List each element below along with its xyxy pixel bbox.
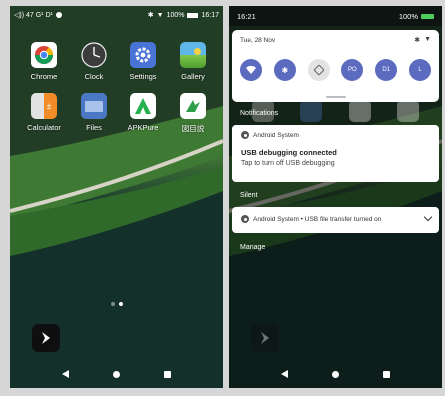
apkpure-icon [130,93,156,119]
notification-shade: 16:21 100% Tue, 28 Nov ✱ ▼ ✱ PO D1 L Not… [229,6,442,388]
app-notification-icon [55,12,62,18]
app-label: Calculator [27,123,61,132]
back-icon[interactable] [281,370,288,378]
quick-settings-panel: Tue, 28 Nov ✱ ▼ ✱ PO D1 L [232,30,439,102]
tile-label: D1 [382,67,391,73]
status-bar: ◁)) 47 G¹ D¹ ✱ ▼ 100% 16:17 [10,6,223,24]
back-icon[interactable] [62,370,69,378]
clock-time: 16:21 [237,11,256,21]
page-dot-active [118,302,123,306]
page-dot [110,302,115,306]
recents-icon[interactable] [383,370,390,378]
battery-icon [187,12,199,18]
app-label: Clock [84,72,104,81]
bluetooth-icon: ✱ [281,65,289,75]
qs-tile-bluetooth[interactable]: ✱ [273,59,296,81]
silent-header: Silent [240,192,258,199]
notifications-header: Notifications [240,110,279,117]
notification-app-name: Android System [253,131,299,139]
home-icon[interactable] [113,370,120,378]
clock-time: 16:17 [201,11,219,19]
status-indicators: ◁)) 47 G¹ D¹ [14,12,53,19]
page-indicator [10,302,223,306]
notification-card-usb-debugging[interactable]: Android System USB debugging connected T… [232,125,439,182]
qs-tile-rotate[interactable] [307,59,330,81]
bluetooth-icon: ✱ [414,37,421,44]
app-label: Gallery [181,72,205,81]
app-gallery[interactable]: Gallery [171,42,215,81]
bg-apkpure-icon [348,100,371,122]
dock-app-icon [261,332,269,344]
qs-tile-wifi[interactable] [240,59,262,81]
rotate-icon [312,64,325,76]
qs-tile-l[interactable]: L [408,59,431,81]
bg-green-app-icon [396,100,419,122]
app-label: 図目説 [181,124,205,133]
dock-app-icon [42,332,50,344]
battery-percent: 100% [398,11,418,21]
green-app-icon [180,93,206,119]
android-system-icon [241,215,249,223]
silent-notification-text: Android System • USB file transfer turne… [253,215,382,223]
battery-percent: 100% [166,11,185,19]
notification-card-usb-transfer[interactable]: Android System • USB file transfer turne… [232,207,439,233]
notification-body: Tap to turn off USB debugging [241,160,335,167]
qs-tile-d1[interactable]: D1 [375,59,398,81]
app-clock[interactable]: Clock [72,42,116,81]
wifi-icon: ▼ [424,36,431,43]
notification-title: USB debugging connected [241,148,337,157]
tile-label: L [418,67,422,73]
app-label: APKPure [127,123,159,132]
dock-app [251,324,279,352]
settings-gear-icon [130,42,156,68]
app-settings[interactable]: Settings [121,42,165,81]
notification-app-row: Android System • USB file transfer turne… [241,215,430,223]
app-label: Settings [129,72,157,81]
tile-label: PO [348,67,357,73]
app-files[interactable]: Files [72,93,116,132]
gallery-icon [180,42,206,68]
files-icon [81,93,107,119]
app-label: Files [86,123,102,132]
navigation-bar [229,360,442,388]
quick-settings-tiles: ✱ PO D1 L [240,59,431,81]
home-screen: ◁)) 47 G¹ D¹ ✱ ▼ 100% 16:17 Chrome Clock… [10,6,223,388]
wifi-icon [246,65,256,74]
notification-app-row: Android System [241,131,430,139]
recents-icon[interactable] [164,370,171,378]
app-green[interactable]: 図目説 [171,93,215,134]
drag-handle[interactable] [325,96,346,98]
dock-app[interactable] [32,324,60,352]
android-system-icon [241,131,249,139]
app-apkpure[interactable]: APKPure [121,93,165,132]
bluetooth-icon: ✱ [147,12,154,19]
app-chrome[interactable]: Chrome [22,42,66,81]
calculator-icon: ± [31,93,57,119]
bg-files-icon [300,100,323,122]
chrome-icon [31,42,57,68]
status-bar: 16:21 100% [229,6,442,26]
qs-status-icons: ✱ ▼ [414,36,431,44]
navigation-bar [10,360,223,388]
qs-tile-po[interactable]: PO [341,59,364,81]
app-label: Chrome [30,72,58,81]
wifi-icon: ▼ [156,11,164,19]
app-calculator[interactable]: ± Calculator [22,93,66,132]
date-label: Tue, 28 Nov [240,37,276,44]
battery-icon [421,13,434,19]
manage-button[interactable]: Manage [240,244,265,251]
clock-icon [81,42,107,68]
home-icon[interactable] [332,370,339,378]
